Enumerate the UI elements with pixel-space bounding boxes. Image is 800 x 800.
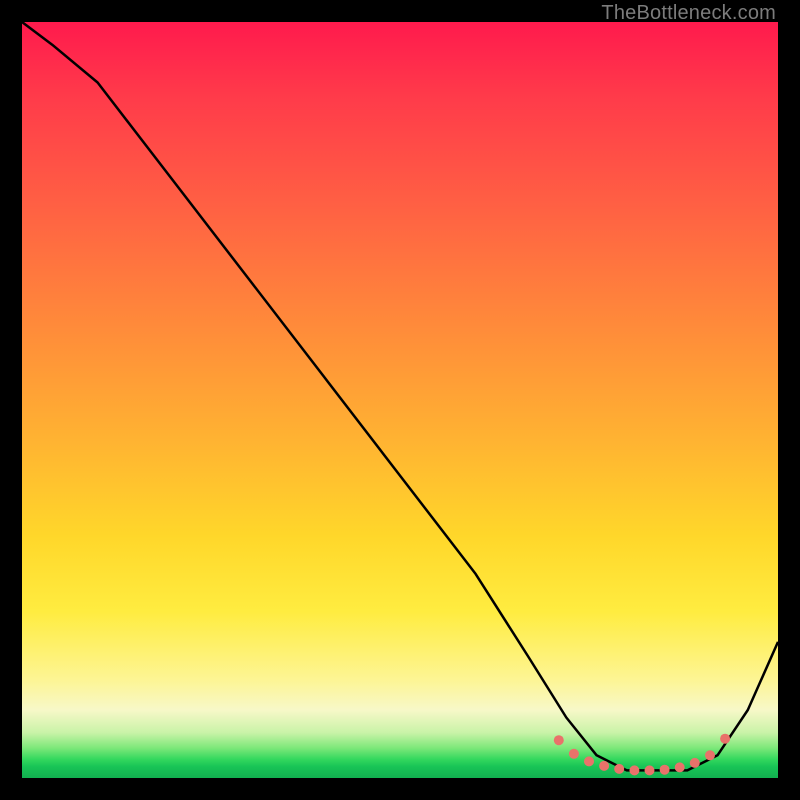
plot-area — [22, 22, 778, 778]
flat-region-dot — [675, 762, 685, 772]
flat-region-dot — [569, 749, 579, 759]
marker-layer — [554, 734, 730, 776]
flat-region-dot — [629, 765, 639, 775]
flat-region-dot — [599, 761, 609, 771]
watermark-text: TheBottleneck.com — [601, 2, 776, 25]
bottleneck-curve — [22, 22, 778, 770]
flat-region-dot — [554, 735, 564, 745]
flat-region-dot — [584, 756, 594, 766]
chart-frame: TheBottleneck.com — [0, 0, 800, 800]
chart-svg — [22, 22, 778, 778]
flat-region-dot — [614, 764, 624, 774]
flat-region-dot — [690, 758, 700, 768]
flat-region-dot — [720, 734, 730, 744]
flat-region-dot — [645, 765, 655, 775]
flat-region-dot — [660, 765, 670, 775]
flat-region-dot — [705, 750, 715, 760]
curve-layer — [22, 22, 778, 770]
